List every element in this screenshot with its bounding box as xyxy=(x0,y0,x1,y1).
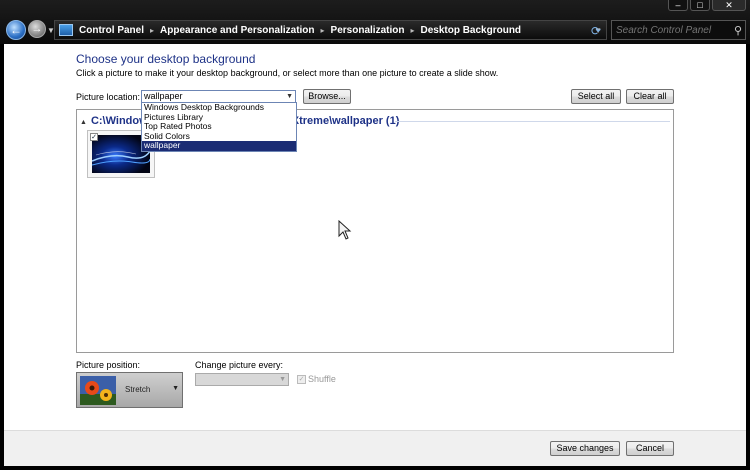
breadcrumb-personalization[interactable]: Personalization xyxy=(331,25,405,36)
page-title: Choose your desktop background xyxy=(76,52,256,66)
title-bar: – □ ✕ ← → ▼ Control Panel ▸ Appearance a… xyxy=(0,0,750,44)
close-button[interactable]: ✕ xyxy=(712,0,746,11)
search-box[interactable]: ⚲ xyxy=(611,20,746,40)
breadcrumb-separator-icon[interactable]: ▸ xyxy=(321,26,325,35)
maximize-button[interactable]: □ xyxy=(690,0,710,11)
footer-bar: Save changes Cancel xyxy=(4,430,746,466)
chevron-down-icon: ▼ xyxy=(279,376,286,383)
forward-arrow-icon[interactable]: → xyxy=(28,20,46,38)
breadcrumb-desktop-background[interactable]: Desktop Background xyxy=(420,25,521,36)
dropdown-option-selected[interactable]: wallpaper xyxy=(142,141,296,151)
control-panel-icon xyxy=(59,24,73,36)
picture-location-label: Picture location: xyxy=(76,92,141,102)
breadcrumb-appearance[interactable]: Appearance and Personalization xyxy=(160,25,315,36)
change-picture-select[interactable]: ▼ xyxy=(195,373,289,386)
shuffle-checkbox[interactable]: ✓ xyxy=(297,375,306,384)
window-controls: – □ ✕ xyxy=(668,0,746,12)
picture-location-value: wallpaper xyxy=(144,91,183,101)
mouse-pointer-icon xyxy=(338,220,352,240)
breadcrumb-separator-icon[interactable]: ▸ xyxy=(150,26,154,35)
cancel-button[interactable]: Cancel xyxy=(626,441,674,456)
page-description: Click a picture to make it your desktop … xyxy=(76,68,499,78)
chevron-down-icon: ▼ xyxy=(172,385,179,392)
browse-button[interactable]: Browse... xyxy=(303,89,351,104)
back-arrow-icon[interactable]: ← xyxy=(6,20,26,40)
refresh-icon[interactable]: ⟳ xyxy=(591,24,601,38)
thumbnail-checkbox[interactable]: ✓ xyxy=(90,133,98,141)
collapse-triangle-icon[interactable]: ▲ xyxy=(80,119,87,126)
picture-position-label: Picture position: xyxy=(76,360,141,370)
picture-location-dropdown-list[interactable]: Windows Desktop Backgrounds Pictures Lib… xyxy=(141,102,297,152)
flower-preview-icon xyxy=(80,376,116,405)
chevron-down-icon: ▼ xyxy=(286,93,293,100)
save-changes-button[interactable]: Save changes xyxy=(550,441,620,456)
breadcrumb-separator-icon[interactable]: ▸ xyxy=(410,26,414,35)
group-header-path-right: Xtreme\wallpaper (1) xyxy=(291,115,400,127)
search-icon[interactable]: ⚲ xyxy=(731,24,745,37)
picture-position-select[interactable]: Stretch ▼ xyxy=(76,372,183,408)
main-content: Choose your desktop background Click a p… xyxy=(4,44,746,430)
shuffle-label: Shuffle xyxy=(308,374,336,384)
picture-position-value: Stretch xyxy=(125,385,151,394)
address-bar[interactable]: Control Panel ▸ Appearance and Personali… xyxy=(54,20,607,40)
select-all-button[interactable]: Select all xyxy=(571,89,621,104)
clear-all-button[interactable]: Clear all xyxy=(626,89,674,104)
minimize-button[interactable]: – xyxy=(668,0,688,11)
change-picture-label: Change picture every: xyxy=(195,360,284,370)
search-input[interactable] xyxy=(612,24,731,36)
breadcrumb-control-panel[interactable]: Control Panel xyxy=(79,25,144,36)
group-divider xyxy=(395,121,670,122)
